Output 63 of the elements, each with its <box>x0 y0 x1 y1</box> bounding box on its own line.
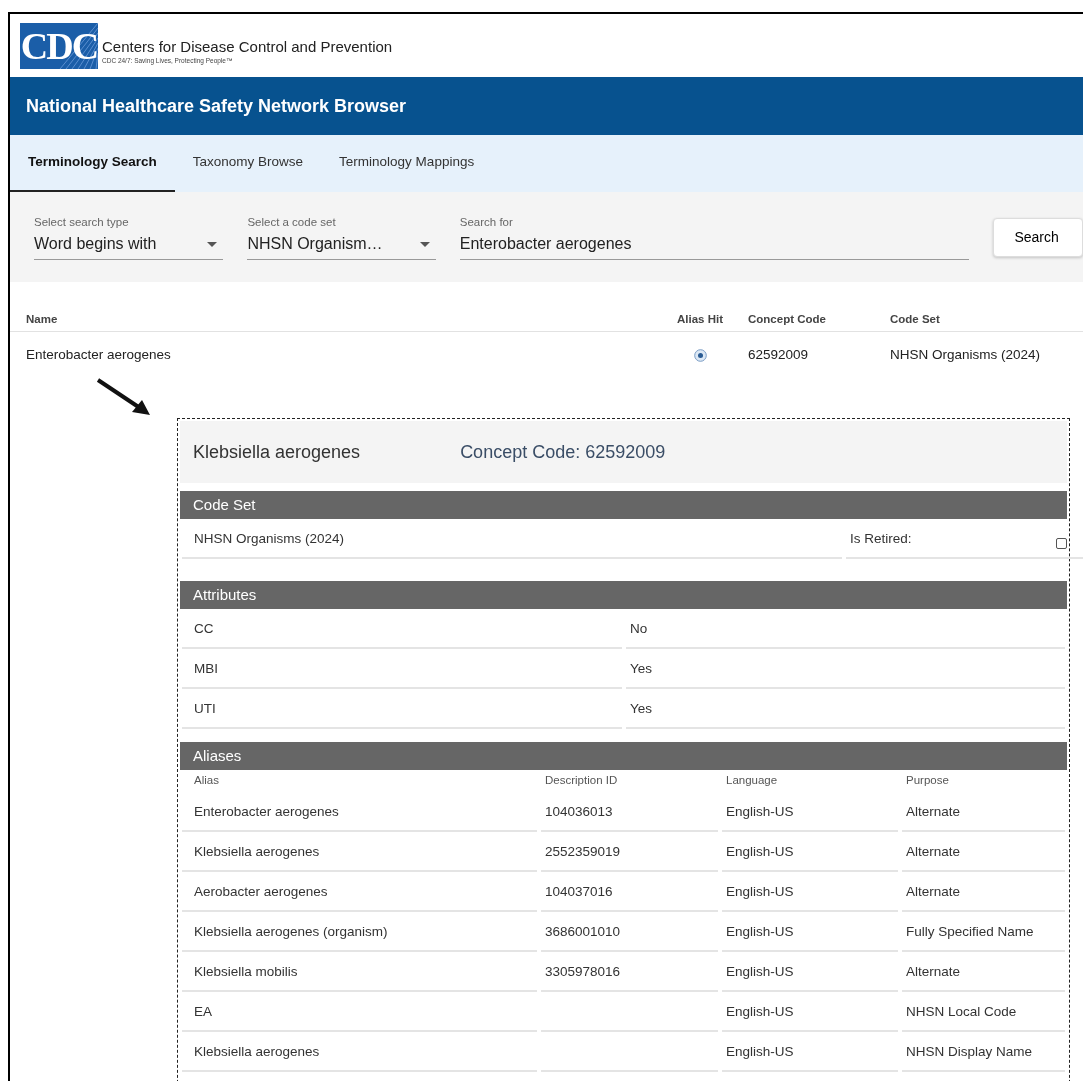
table-cell: English-US <box>722 841 898 872</box>
table-cell: MBI <box>182 658 622 689</box>
section-header: Code Set <box>180 491 1067 519</box>
column-header: Purpose <box>905 773 950 789</box>
table-cell: NHSN Local Code <box>902 1001 1065 1032</box>
table-cell: Klebsiella aerogenes (organism) <box>182 921 537 952</box>
column-header: Alias Hit <box>676 311 724 327</box>
table-cell: Alternate <box>902 961 1065 992</box>
table-cell: Klebsiella mobilis <box>182 961 537 992</box>
table-cell-text: Enterobacter aerogenes <box>25 345 172 364</box>
table-cell: Alternate <box>902 801 1065 832</box>
table-cell: 2552359019 <box>541 841 718 872</box>
table-cell: Aerobacter aerogenes <box>182 881 537 912</box>
code-set-value: NHSN Organisms (2024) <box>182 528 842 559</box>
select-field[interactable]: Select search type Word begins with <box>34 214 224 260</box>
table-cell: NHSN Display Name <box>902 1041 1065 1072</box>
table-cell: 3686001010 <box>541 921 718 952</box>
table-cell: Klebsiella aerogenes <box>182 1041 537 1072</box>
table-cell: 104037016 <box>541 881 718 912</box>
section-header: Aliases <box>180 742 1067 770</box>
tab[interactable]: Taxonomy Browse <box>174 135 322 192</box>
input-field[interactable]: Search for Enterobacter aerogenes <box>459 214 970 260</box>
caret-icon <box>207 241 218 247</box>
app-title: National Healthcare Safety Network Browser <box>26 94 407 118</box>
table-cell: 104036013 <box>541 801 718 832</box>
table-cell: English-US <box>722 801 898 832</box>
table-cell: English-US <box>722 921 898 952</box>
retired-label: Is Retired: <box>846 528 1083 559</box>
table-cell: Fully Specified Name <box>902 921 1065 952</box>
select-field[interactable]: Select a code set NHSN Organism… <box>247 214 436 260</box>
table-cell: English-US <box>722 1001 898 1032</box>
table-cell: Yes <box>626 698 1065 729</box>
checkbox[interactable] <box>1056 538 1067 549</box>
search-button[interactable]: Search <box>993 217 1083 257</box>
table-cell-text: 62592009 <box>747 345 810 364</box>
section-header: Attributes <box>180 581 1067 609</box>
column-header: Code Set <box>890 311 941 327</box>
column-header: Language <box>725 773 779 789</box>
concept-code: Concept Code: 62592009 <box>460 440 666 464</box>
table-cell: Yes <box>626 658 1065 689</box>
table-cell: UTI <box>182 698 622 729</box>
table-cell: Enterobacter aerogenes <box>182 801 537 832</box>
pointer-arrow <box>96 378 152 416</box>
table-cell: CC <box>182 618 622 649</box>
table-cell: EA <box>182 1001 537 1032</box>
table-cell: Klebsiella aerogenes <box>182 841 537 872</box>
table-cell: English-US <box>722 1041 898 1072</box>
table-cell: No <box>626 618 1065 649</box>
table-cell: Alternate <box>902 841 1065 872</box>
table-cell: Alternate <box>902 881 1065 912</box>
table-cell: English-US <box>722 961 898 992</box>
caret-icon <box>419 241 430 247</box>
logo: CDC <box>20 22 98 69</box>
table-cell: English-US <box>722 881 898 912</box>
organization-name: Centers for Disease Control and Prevention <box>102 39 393 56</box>
tab[interactable]: Terminology Mappings <box>321 135 493 192</box>
column-header: Name <box>25 311 59 327</box>
concept-title: Klebsiella aerogenes <box>193 440 361 464</box>
column-header: Concept Code <box>747 311 827 327</box>
column-header: Alias <box>193 773 220 789</box>
table-cell-text: NHSN Organisms (2024) <box>890 345 1042 364</box>
column-header: Description ID <box>544 773 619 789</box>
table-cell: 3305978016 <box>541 961 718 992</box>
